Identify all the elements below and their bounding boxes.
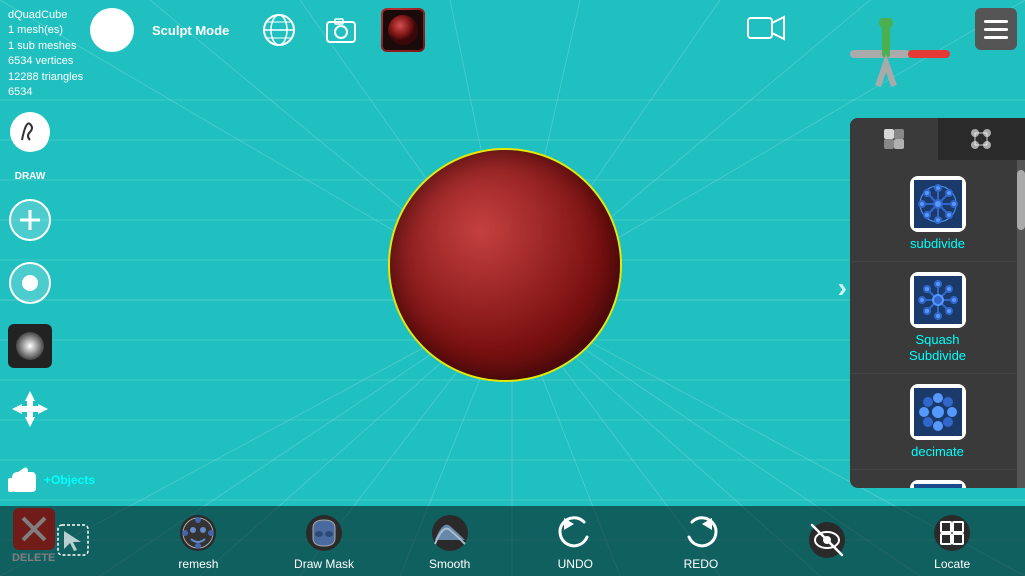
remesh-label: remesh [178, 557, 218, 571]
panel-scrollbar-track [1017, 160, 1025, 488]
smooth-bottom-label: Smooth [429, 557, 470, 571]
draw-mask-label: Draw Mask [294, 557, 354, 571]
decimate-label: decimate [911, 444, 964, 459]
top-toolbar: Sculpt Mode [90, 8, 425, 52]
draw-tool[interactable] [8, 110, 52, 159]
subdivide-label: subdivide [910, 236, 965, 251]
redo-label: REDO [684, 557, 719, 571]
objects-button[interactable]: +Objects [4, 462, 95, 498]
smooth-tool[interactable]: smooth [850, 470, 1025, 488]
remesh-icon [177, 512, 219, 554]
hide-tool[interactable] [792, 519, 862, 564]
remesh-tool[interactable]: remesh [163, 512, 233, 571]
panel-tab-nodes[interactable] [938, 118, 1025, 160]
material-preview-icon[interactable] [381, 8, 425, 52]
redo-button[interactable]: REDO [666, 512, 736, 571]
video-camera-icon[interactable] [747, 14, 785, 47]
3d-sphere [390, 150, 620, 380]
draw-label: DRAW [15, 171, 46, 182]
right-panel: subdivide [850, 118, 1025, 488]
locate-icon [931, 512, 973, 554]
menu-button[interactable] [975, 8, 1017, 50]
sculpt-ball-icon[interactable] [90, 8, 134, 52]
brush-tool[interactable] [8, 324, 52, 373]
squash-subdivide-label: SquashSubdivide [909, 332, 966, 363]
panel-items-list: subdivide [850, 160, 1025, 488]
hide-icon [806, 519, 848, 561]
smooth-bottom-icon [429, 512, 471, 554]
decimate-tool[interactable]: decimate [850, 374, 1025, 470]
subdivide-tool[interactable]: subdivide [850, 166, 1025, 262]
move-tool[interactable] [8, 387, 52, 436]
cursor-tool[interactable] [38, 519, 108, 564]
panel-header [850, 118, 1025, 160]
mesh-info: dQuadCube 1 mesh(es) 1 sub meshes 6534 v… [8, 8, 83, 100]
redo-icon [680, 512, 722, 554]
draw-mask-tool[interactable]: Draw Mask [289, 512, 359, 571]
circle-tool[interactable] [8, 261, 52, 310]
bottom-toolbar: remesh Draw Mask [0, 506, 1025, 576]
panel-tab-geometry[interactable] [850, 118, 938, 160]
squash-subdivide-icon [910, 272, 966, 328]
locate-button[interactable]: Locate [917, 512, 987, 571]
panel-toggle-chevron[interactable]: › [838, 272, 847, 304]
cursor-icon [52, 519, 94, 561]
subdivide-icon [910, 176, 966, 232]
globe-icon[interactable] [257, 8, 301, 52]
decimate-icon [910, 384, 966, 440]
undo-label: UNDO [558, 557, 593, 571]
objects-label: +Objects [44, 473, 95, 487]
smooth-icon [910, 480, 966, 488]
viewport: dQuadCube 1 mesh(es) 1 sub meshes 6534 v… [0, 0, 1025, 576]
sculpt-mode-label: Sculpt Mode [152, 23, 229, 38]
smooth-bottom-tool[interactable]: Smooth [415, 512, 485, 571]
locate-label: Locate [934, 557, 970, 571]
squash-subdivide-tool[interactable]: SquashSubdivide [850, 262, 1025, 374]
draw-mask-icon [303, 512, 345, 554]
panel-scrollbar-thumb[interactable] [1017, 170, 1025, 230]
left-sidebar: DRAW [8, 110, 52, 436]
photo-camera-icon[interactable] [319, 8, 363, 52]
camera-rig[interactable] [840, 18, 970, 103]
undo-button[interactable]: UNDO [540, 512, 610, 571]
undo-icon [554, 512, 596, 554]
add-tool[interactable] [8, 198, 52, 247]
